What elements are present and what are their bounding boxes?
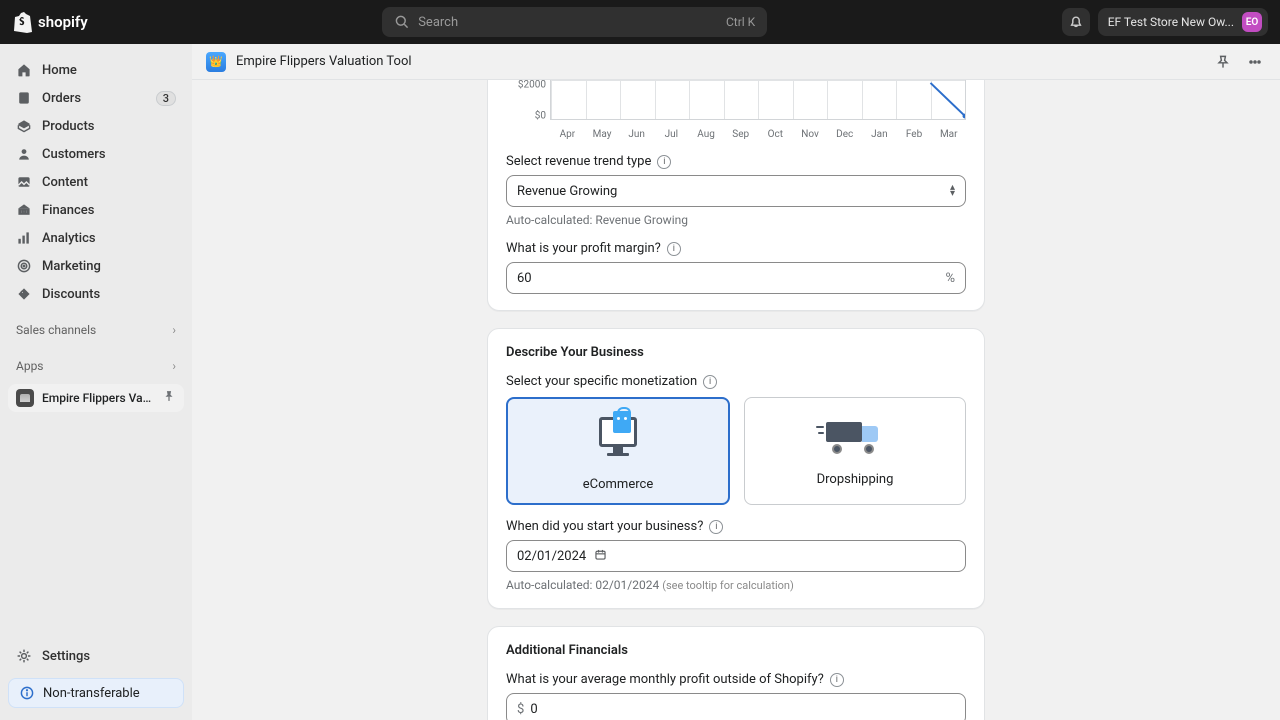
chevron-right-icon: › xyxy=(172,359,176,373)
brand-text: shopify xyxy=(38,13,88,31)
info-icon xyxy=(19,685,35,701)
sidebar-item-finances[interactable]: Finances xyxy=(8,196,184,224)
app-header-icon: 👑 xyxy=(206,52,226,72)
customers-icon xyxy=(16,146,32,162)
sidebar-item-content[interactable]: Content xyxy=(8,168,184,196)
store-switcher[interactable]: EF Test Store New Ow... EO xyxy=(1098,8,1268,36)
analytics-icon xyxy=(16,230,32,246)
products-icon xyxy=(16,118,32,134)
sidebar-app-item[interactable]: Empire Flippers Valua... xyxy=(8,384,184,412)
describe-title: Describe Your Business xyxy=(506,345,966,360)
ecommerce-icon xyxy=(593,411,643,461)
outside-profit-input[interactable]: $ 0 xyxy=(506,693,966,720)
marketing-icon xyxy=(16,258,32,274)
select-chevron-icon: ▴▾ xyxy=(950,185,955,197)
profit-margin-label: What is your profit margin?i xyxy=(506,241,966,256)
sidebar-item-customers[interactable]: Customers xyxy=(8,140,184,168)
more-button[interactable] xyxy=(1244,51,1266,73)
sidebar-item-orders[interactable]: Orders3 xyxy=(8,84,184,112)
nontransferable-badge: Non-transferable xyxy=(8,678,184,708)
search-input[interactable]: Search Ctrl K xyxy=(382,7,767,37)
dropshipping-icon xyxy=(826,416,884,456)
info-icon[interactable]: i xyxy=(703,375,717,389)
store-name: EF Test Store New Ow... xyxy=(1108,15,1234,29)
outside-profit-label: What is your average monthly profit outs… xyxy=(506,672,966,687)
sidebar-item-discounts[interactable]: Discounts xyxy=(8,280,184,308)
additional-title: Additional Financials xyxy=(506,643,966,658)
trend-select[interactable]: Revenue Growing ▴▾ xyxy=(506,175,966,207)
finances-icon xyxy=(16,202,32,218)
info-icon[interactable]: i xyxy=(830,673,844,687)
revenue-chart: $2000 $0 AprMayJunJulAugSepOctNovDecJanF… xyxy=(512,80,966,140)
sidebar-item-marketing[interactable]: Marketing xyxy=(8,252,184,280)
search-shortcut: Ctrl K xyxy=(726,15,755,29)
avatar: EO xyxy=(1242,12,1262,32)
monetization-label: Select your specific monetizationi xyxy=(506,374,966,389)
app-icon xyxy=(16,389,34,407)
additional-card: Additional Financials What is your avera… xyxy=(487,626,985,720)
page-title: Empire Flippers Valuation Tool xyxy=(236,54,412,69)
search-placeholder: Search xyxy=(418,15,718,30)
chevron-right-icon: › xyxy=(172,323,176,337)
bell-icon xyxy=(1068,14,1084,30)
trend-help: Auto-calculated: Revenue Growing xyxy=(506,213,966,227)
pin-icon[interactable] xyxy=(162,389,176,407)
calendar-icon xyxy=(594,548,607,565)
describe-card: Describe Your Business Select your speci… xyxy=(487,328,985,609)
discounts-icon xyxy=(16,286,32,302)
page-header: 👑 Empire Flippers Valuation Tool xyxy=(192,44,1280,80)
search-icon xyxy=(394,14,410,30)
monetization-ecommerce[interactable]: eCommerce xyxy=(506,397,730,505)
home-icon xyxy=(16,62,32,78)
sidebar-item-settings[interactable]: Settings xyxy=(8,642,184,670)
orders-badge: 3 xyxy=(156,91,176,106)
main: 👑 Empire Flippers Valuation Tool $2000 $… xyxy=(192,44,1280,720)
orders-icon xyxy=(16,90,32,106)
pin-button[interactable] xyxy=(1212,51,1234,73)
sidebar-item-home[interactable]: Home xyxy=(8,56,184,84)
info-icon[interactable]: i xyxy=(657,155,671,169)
sales-channels-section[interactable]: Sales channels› xyxy=(8,316,184,344)
info-icon[interactable]: i xyxy=(667,242,681,256)
sidebar-item-analytics[interactable]: Analytics xyxy=(8,224,184,252)
gear-icon xyxy=(16,648,32,664)
shopify-logo[interactable]: shopify xyxy=(12,11,88,33)
trend-label: Select revenue trend typei xyxy=(506,154,966,169)
notifications-button[interactable] xyxy=(1062,8,1090,36)
profit-margin-input[interactable]: 60 % xyxy=(506,262,966,294)
apps-section[interactable]: Apps› xyxy=(8,352,184,380)
info-icon[interactable]: i xyxy=(709,520,723,534)
start-date-help: Auto-calculated: 02/01/2024 (see tooltip… xyxy=(506,578,966,592)
monetization-dropshipping[interactable]: Dropshipping xyxy=(744,397,966,505)
sidebar-item-products[interactable]: Products xyxy=(8,112,184,140)
start-date-label: When did you start your business?i xyxy=(506,519,966,534)
start-date-input[interactable]: 02/01/2024 xyxy=(506,540,966,572)
content-icon xyxy=(16,174,32,190)
sidebar: Home Orders3 Products Customers Content … xyxy=(0,44,192,720)
topbar: shopify Search Ctrl K EF Test Store New … xyxy=(0,0,1280,44)
revenue-card: $2000 $0 AprMayJunJulAugSepOctNovDecJanF… xyxy=(487,80,985,311)
